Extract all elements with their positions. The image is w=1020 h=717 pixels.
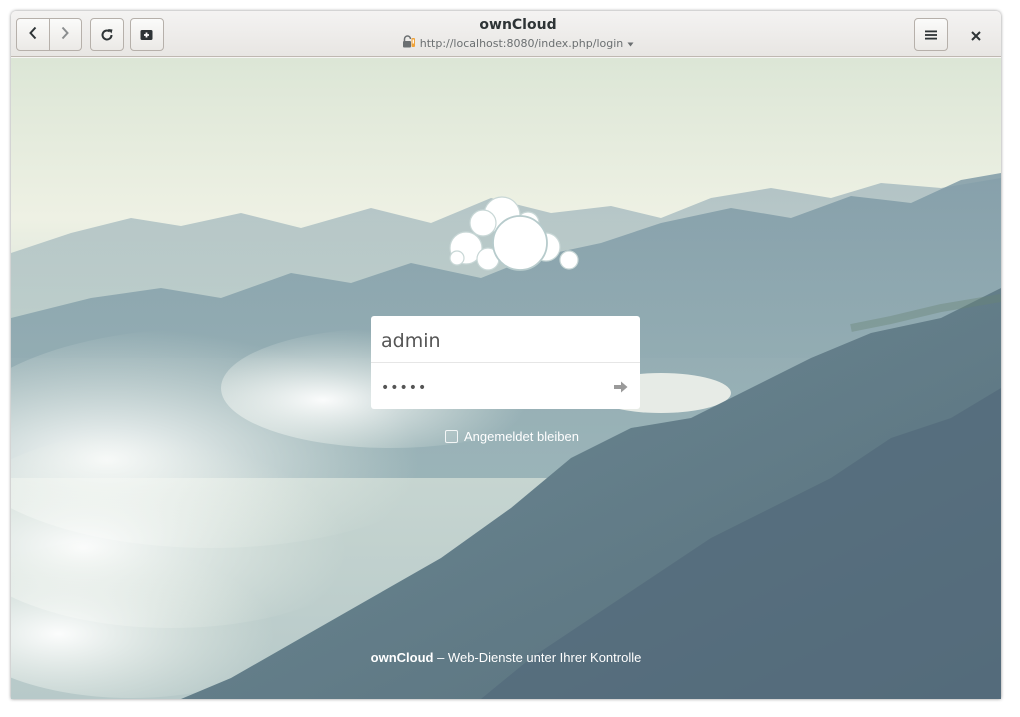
remember-label: Angemeldet bleiben bbox=[464, 429, 579, 444]
navigation-buttons bbox=[16, 18, 82, 51]
remember-checkbox[interactable] bbox=[445, 430, 458, 443]
insecure-lock-icon bbox=[402, 35, 416, 53]
username-input[interactable] bbox=[381, 326, 631, 356]
url-text: http://localhost:8080/index.php/login bbox=[419, 37, 624, 50]
arrow-right-icon bbox=[614, 378, 628, 397]
password-input[interactable] bbox=[381, 378, 581, 398]
url-bar[interactable]: http://localhost:8080/index.php/login bbox=[341, 35, 695, 53]
browser-window: ownCloud http://localhost:8080/index.php… bbox=[11, 11, 1001, 699]
page-title: ownCloud bbox=[479, 17, 557, 33]
remember-me[interactable]: Angemeldet bleiben bbox=[445, 429, 579, 444]
back-button[interactable] bbox=[17, 19, 49, 50]
menu-button[interactable] bbox=[914, 18, 948, 51]
browser-headerbar: ownCloud http://localhost:8080/index.php… bbox=[11, 11, 1001, 57]
new-tab-icon bbox=[140, 28, 154, 42]
reload-button[interactable] bbox=[90, 18, 124, 51]
forward-button[interactable] bbox=[48, 19, 81, 50]
caret-down-icon[interactable] bbox=[627, 36, 634, 52]
footer-tagline: – Web-Dienste unter Ihrer Kontrolle bbox=[433, 650, 642, 665]
footer-brand[interactable]: ownCloud bbox=[371, 650, 434, 665]
login-form bbox=[371, 316, 640, 409]
reload-icon bbox=[100, 28, 114, 42]
login-submit-button[interactable] bbox=[612, 378, 630, 396]
footer: ownCloud – Web-Dienste unter Ihrer Kontr… bbox=[11, 650, 1001, 665]
page-content: Angemeldet bleiben ownCloud – Web-Dienst… bbox=[11, 58, 1001, 699]
chevron-left-icon bbox=[28, 25, 38, 44]
title-area: ownCloud http://localhost:8080/index.php… bbox=[341, 16, 695, 53]
input-divider bbox=[371, 362, 640, 363]
new-tab-button[interactable] bbox=[130, 18, 164, 51]
chevron-right-icon bbox=[60, 25, 70, 44]
close-window-button[interactable] bbox=[966, 25, 986, 45]
hamburger-menu-icon bbox=[925, 29, 937, 41]
owncloud-logo bbox=[436, 195, 584, 279]
close-icon bbox=[971, 26, 981, 45]
